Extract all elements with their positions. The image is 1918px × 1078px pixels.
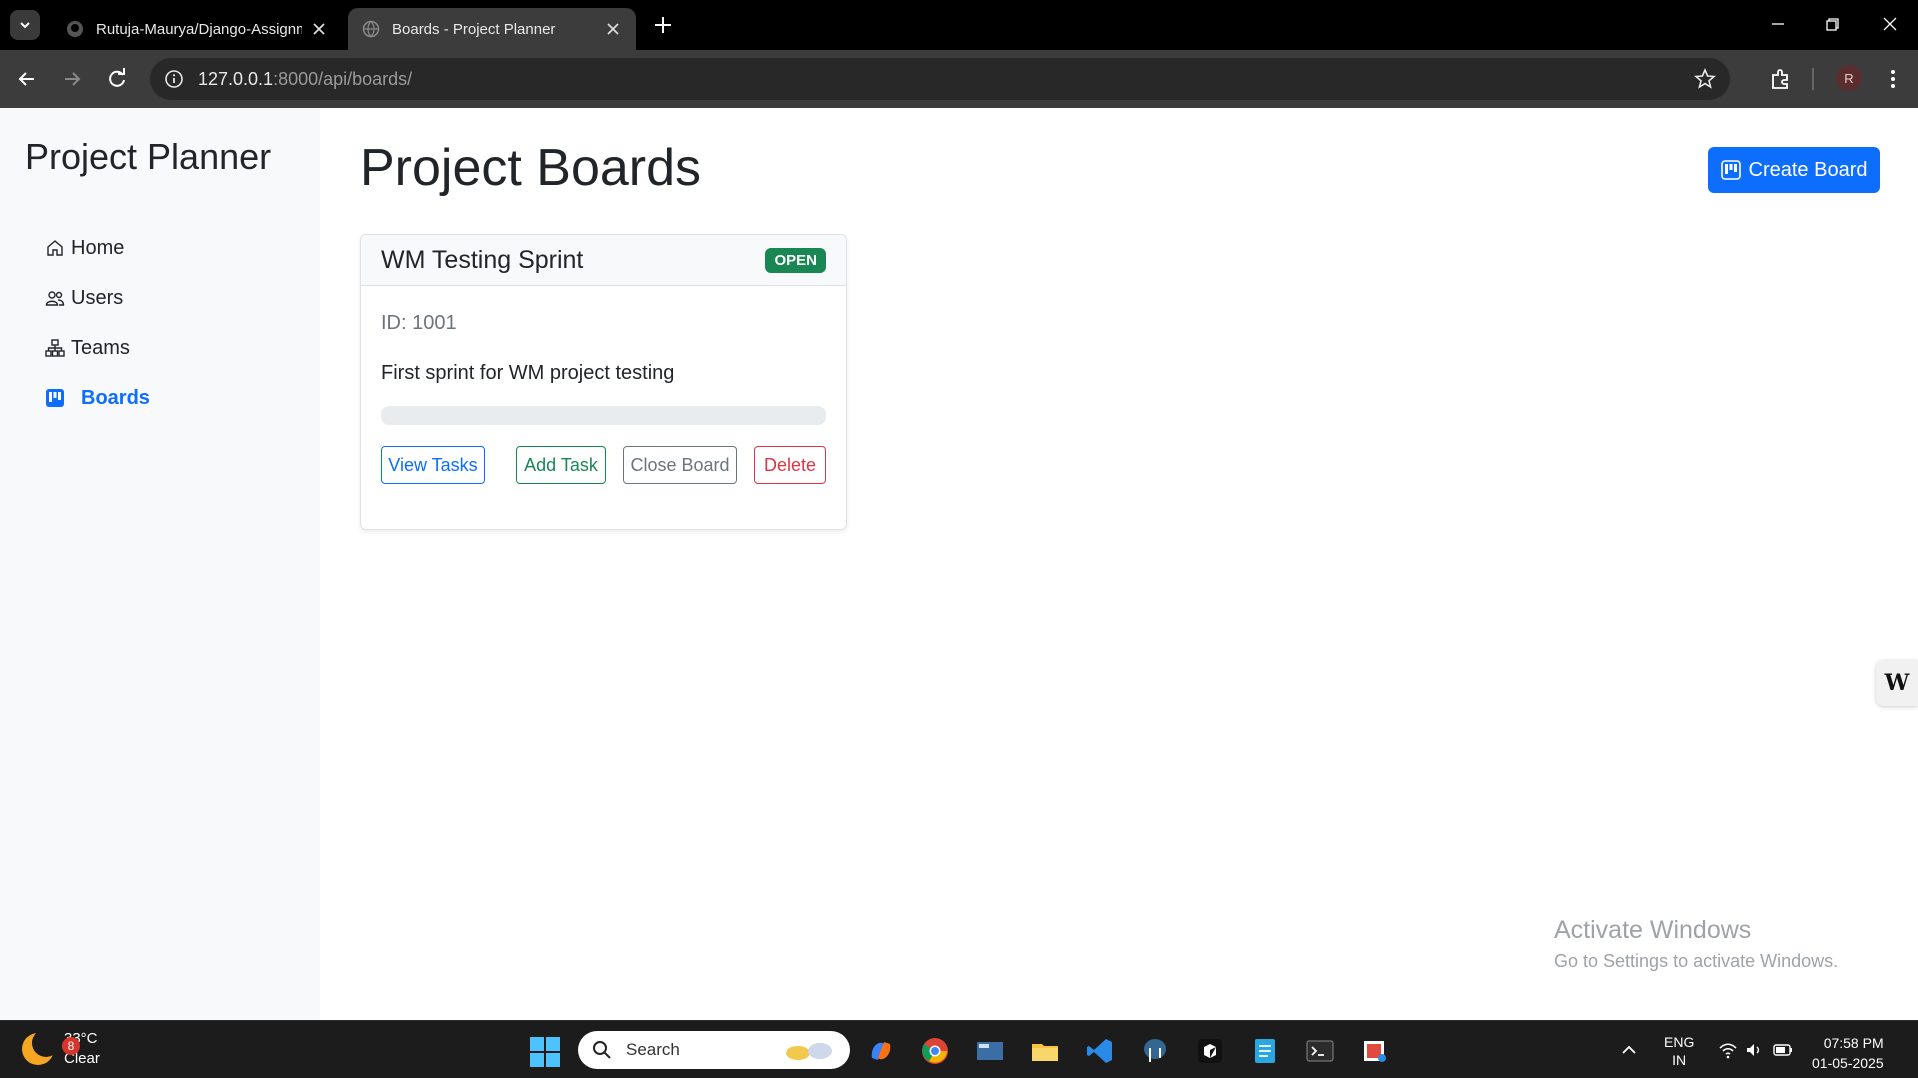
search-highlight-icon: [786, 1043, 832, 1060]
weather-widget[interactable]: 8 33°C Clear: [22, 1029, 100, 1069]
url-text: 127.0.0.1:8000/api/boards/: [198, 69, 412, 90]
url-path: :8000/api/boards/: [273, 68, 413, 89]
tab-title: Boards - Project Planner: [392, 20, 556, 38]
activate-windows-watermark: Activate Windows Go to Settings to activ…: [1554, 916, 1838, 972]
github-icon: [67, 21, 83, 37]
profile-avatar[interactable]: R: [1836, 65, 1862, 91]
vscode-icon[interactable]: [1085, 1036, 1115, 1066]
bookmark-star-icon[interactable]: [1694, 68, 1716, 90]
kanban-icon: [1720, 160, 1741, 180]
view-tasks-button[interactable]: View Tasks: [381, 446, 485, 484]
create-board-label: Create Board: [1748, 158, 1868, 181]
chrome-icon[interactable]: [920, 1036, 950, 1066]
sidebar-item-users[interactable]: Users: [45, 281, 123, 315]
minimize-icon[interactable]: [1766, 12, 1790, 36]
sidebar-item-label: Users: [71, 286, 124, 309]
extensions-puzzle-icon[interactable]: [1768, 66, 1794, 92]
sidebar: Project Planner Home Users Teams Boards: [0, 108, 320, 1020]
toolbar-separator: [1812, 68, 1814, 90]
volume-icon[interactable]: [1745, 1041, 1763, 1059]
add-task-button[interactable]: Add Task: [516, 446, 606, 484]
windows-taskbar: 8 33°C Clear Search ENG IN 07:58 PM 01-0…: [0, 1020, 1918, 1078]
browser-tab-bar: Rutuja-Maurya/Django-Assignm Boards - Pr…: [0, 0, 1918, 50]
moon-icon: [22, 1029, 60, 1065]
snipping-tool-icon[interactable]: [1360, 1036, 1390, 1066]
browser-tab-active[interactable]: Boards - Project Planner: [348, 8, 636, 50]
region-code: IN: [1672, 1052, 1687, 1068]
clock-time: 07:58 PM: [1823, 1035, 1884, 1051]
url-host: 127.0.0.1: [198, 68, 274, 89]
file-explorer-icon[interactable]: [1030, 1036, 1060, 1066]
forward-arrow-icon[interactable]: [59, 66, 85, 92]
sidebar-item-label: Teams: [71, 336, 130, 359]
house-icon: [47, 240, 63, 256]
people-icon: [45, 291, 65, 306]
brand-title[interactable]: Project Planner: [25, 136, 271, 178]
board-id: ID: 1001: [381, 312, 457, 334]
diagram-icon: [45, 339, 65, 357]
sidebar-item-teams[interactable]: Teams: [45, 331, 130, 365]
address-bar[interactable]: 127.0.0.1:8000/api/boards/: [150, 58, 1730, 100]
watermark-title: Activate Windows: [1554, 916, 1752, 944]
side-widget-button[interactable]: W: [1876, 660, 1918, 706]
tab-title: Rutuja-Maurya/Django-Assignm: [96, 20, 302, 38]
tab-search-button[interactable]: [10, 10, 40, 40]
postgresql-icon[interactable]: [1140, 1036, 1170, 1066]
browser-tab-github[interactable]: Rutuja-Maurya/Django-Assignm: [52, 8, 342, 50]
language-indicator[interactable]: ENG IN: [1664, 1033, 1694, 1069]
globe-icon: [362, 20, 380, 38]
kanban-icon: [46, 389, 64, 407]
windows-start-icon[interactable]: [530, 1037, 560, 1067]
close-board-button[interactable]: Close Board: [623, 446, 737, 484]
taskbar-clock[interactable]: 07:58 PM 01-05-2025: [1812, 1033, 1884, 1073]
sidebar-item-home[interactable]: Home: [45, 231, 124, 265]
battery-icon[interactable]: [1772, 1041, 1794, 1059]
box-app-icon[interactable]: [1195, 1036, 1225, 1066]
board-description: First sprint for WM project testing: [381, 362, 675, 384]
chevron-up-icon[interactable]: [1620, 1041, 1638, 1059]
back-arrow-icon[interactable]: [14, 66, 40, 92]
delete-board-button[interactable]: Delete: [754, 446, 826, 484]
main-content: Project Boards Create Board WM Testing S…: [320, 108, 1918, 1020]
plus-icon[interactable]: [652, 14, 674, 36]
notepad-icon[interactable]: [1250, 1036, 1280, 1066]
create-board-button[interactable]: Create Board: [1708, 147, 1880, 193]
board-name: WM Testing Sprint: [381, 245, 584, 274]
close-icon[interactable]: [604, 20, 622, 38]
copilot-icon[interactable]: [866, 1036, 896, 1066]
search-placeholder: Search: [626, 1040, 680, 1059]
page-title: Project Boards: [360, 139, 702, 197]
board-card: WM Testing Sprint OPEN ID: 1001 First sp…: [360, 234, 847, 530]
close-icon[interactable]: [310, 20, 328, 38]
sidebar-item-label: Home: [71, 236, 125, 259]
board-progress-bar: [381, 406, 826, 425]
sidebar-item-label: Boards: [81, 386, 150, 409]
more-vertical-icon[interactable]: [1880, 66, 1906, 92]
info-icon[interactable]: [164, 69, 184, 89]
sql-tool-icon[interactable]: [975, 1036, 1005, 1066]
browser-toolbar: 127.0.0.1:8000/api/boards/: [0, 50, 1918, 108]
window-close-icon[interactable]: [1878, 12, 1902, 36]
notification-badge: 8: [62, 1037, 80, 1055]
wifi-icon[interactable]: [1718, 1041, 1738, 1059]
clock-date: 01-05-2025: [1812, 1055, 1884, 1071]
reload-icon[interactable]: [104, 66, 130, 92]
taskbar-search[interactable]: Search: [578, 1031, 850, 1069]
watermark-subtitle: Go to Settings to activate Windows.: [1554, 951, 1839, 971]
terminal-icon[interactable]: [1305, 1036, 1335, 1066]
search-icon: [593, 1041, 611, 1059]
sidebar-item-boards[interactable]: Boards: [45, 381, 150, 415]
board-card-header: WM Testing Sprint OPEN: [361, 235, 846, 286]
lang-code: ENG: [1664, 1034, 1695, 1050]
status-badge: OPEN: [765, 247, 826, 273]
restore-icon[interactable]: [1820, 12, 1844, 36]
chevron-down-icon: [20, 22, 30, 29]
